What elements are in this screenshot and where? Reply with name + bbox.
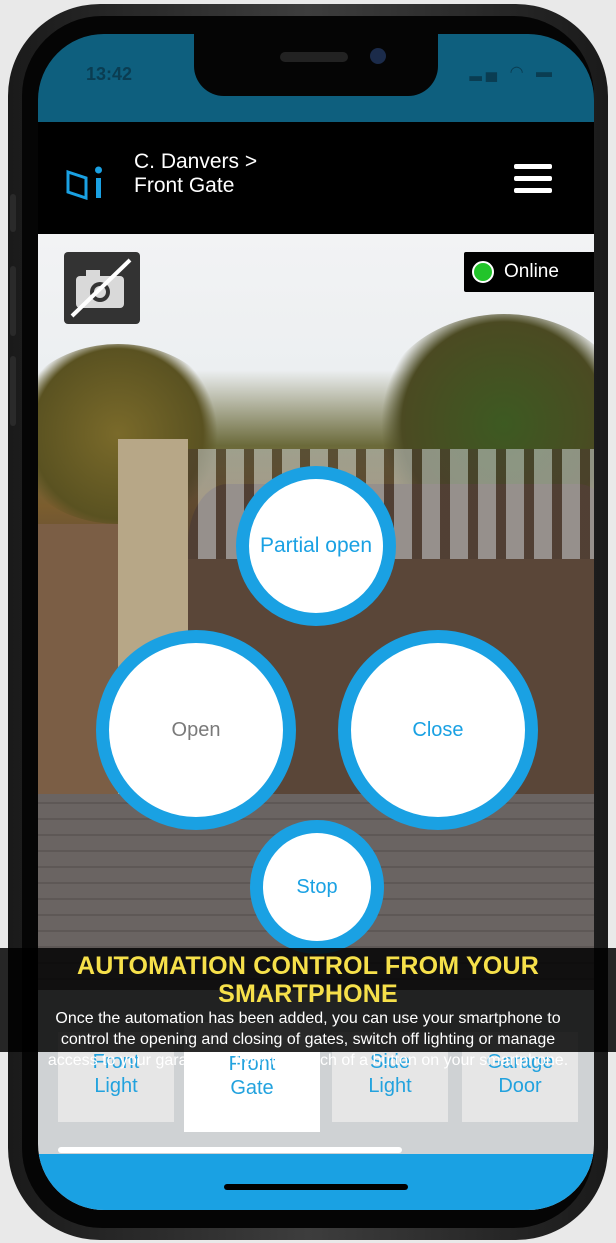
breadcrumb-current: Front Gate <box>134 174 235 197</box>
speaker-grille <box>280 52 348 62</box>
nav-scroll-indicator[interactable] <box>58 1147 402 1153</box>
app-header: C. Danvers > Front Gate <box>38 122 594 234</box>
bottom-bar <box>38 1154 594 1210</box>
battery-icon: ▬ <box>536 64 556 81</box>
stop-button[interactable]: Stop <box>250 820 384 954</box>
hamburger-menu-icon[interactable] <box>514 164 552 194</box>
app-logo-icon <box>66 166 102 200</box>
signal-icon: ▂▄ <box>469 64 502 81</box>
caption-title: AUTOMATION CONTROL FROM YOUR SMARTPHONE <box>76 952 540 1008</box>
volume-up-button <box>10 266 16 336</box>
open-button[interactable]: Open <box>96 630 296 830</box>
caption-line-1: Once the automation has been added, you … <box>55 1010 561 1027</box>
wifi-icon: ◠ <box>509 64 528 81</box>
nav-label-line2: Light <box>94 1075 138 1097</box>
caption-line-3: access to your garage, all from the touc… <box>47 1052 569 1069</box>
close-button[interactable]: Close <box>338 630 538 830</box>
online-status-badge: Online <box>464 252 594 292</box>
nav-label-line2: Light <box>368 1075 412 1097</box>
status-bar: 13:42 ▂▄ ◠ ▬ <box>38 34 594 122</box>
status-icons: ▂▄ ◠ ▬ <box>469 62 556 82</box>
front-camera <box>370 48 386 64</box>
camera-feed: Online Partial open Open Close Stop <box>38 234 594 990</box>
nav-label-line2: Gate <box>230 1077 274 1099</box>
home-indicator[interactable] <box>224 1184 408 1190</box>
volume-down-button <box>10 356 16 426</box>
partial-open-button[interactable]: Partial open <box>236 466 396 626</box>
mute-switch <box>10 194 16 232</box>
caption-line-2: control the opening and closing of gates… <box>60 1031 556 1048</box>
status-time: 13:42 <box>86 64 133 84</box>
breadcrumb: C. Danvers > Front Gate <box>134 150 257 198</box>
online-indicator-icon <box>472 261 494 283</box>
camera-off-icon[interactable] <box>64 252 140 324</box>
online-status-label: Online <box>504 261 559 282</box>
notch <box>194 34 438 96</box>
caption-banner: AUTOMATION CONTROL FROM YOUR SMARTPHONE … <box>0 948 616 1069</box>
nav-label-line2: Door <box>498 1075 542 1097</box>
breadcrumb-parent[interactable]: C. Danvers > <box>134 150 257 174</box>
